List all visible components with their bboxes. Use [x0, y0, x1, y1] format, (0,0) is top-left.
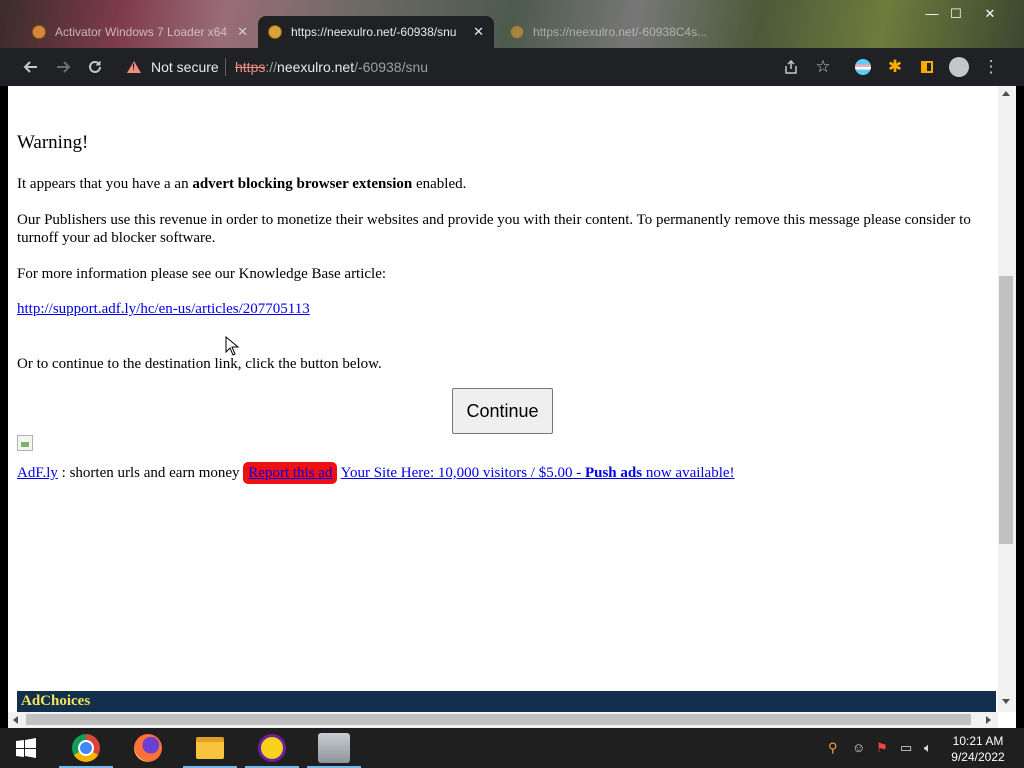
page-content: Warning! It appears that you have a an a…	[8, 86, 998, 712]
close-tab-icon[interactable]: ✕	[237, 24, 248, 40]
site-favicon-icon	[268, 25, 282, 39]
tab-neexulro-2[interactable]: https://neexulro.net/-60938C4s...	[500, 16, 732, 48]
horizontal-scroll-thumb[interactable]	[26, 714, 971, 725]
url-host: neexulro.net	[277, 59, 355, 75]
promo-text: Your Site Here: 10,000 visitors / $5.00 …	[340, 465, 585, 481]
yahoo-messenger-icon	[258, 734, 286, 762]
notice-text: It appears that you have a an	[17, 176, 193, 192]
clock-time: 10:21 AM	[952, 734, 1004, 748]
action-center-flag-icon[interactable]: ⚑	[876, 740, 888, 756]
extensions-puzzle-icon[interactable]: ✱	[880, 48, 910, 86]
kb-article-link[interactable]: http://support.adf.ly/hc/en-us/articles/…	[17, 301, 310, 318]
url-scheme: https	[235, 59, 266, 75]
menu-kebab-icon[interactable]: ⋮	[976, 48, 1006, 86]
adfly-footer: AdF.ly : shorten urls and earn money Rep…	[17, 461, 735, 485]
url-separator: ://	[265, 59, 278, 75]
taskbar-firefox[interactable]	[119, 728, 177, 768]
extension-pride-icon[interactable]	[848, 48, 878, 86]
adfly-link[interactable]: AdF.ly	[17, 465, 58, 481]
back-icon[interactable]	[16, 48, 46, 86]
search-tray-icon[interactable]: ⚲	[828, 740, 838, 756]
url-divider	[225, 58, 226, 76]
share-icon[interactable]	[776, 48, 806, 86]
report-ad-button[interactable]: Report this ad	[243, 462, 338, 484]
windows-logo-icon	[16, 738, 36, 758]
site-favicon-icon	[510, 25, 524, 39]
scroll-right-icon[interactable]	[986, 716, 991, 724]
continue-button[interactable]: Continue	[452, 388, 553, 434]
close-tab-icon[interactable]: ✕	[473, 24, 484, 40]
publishers-paragraph: Our Publishers use this revenue in order…	[17, 212, 971, 246]
side-panel-icon[interactable]	[912, 48, 942, 86]
vertical-scroll-thumb[interactable]	[999, 276, 1013, 544]
kb-intro-paragraph: For more information please see our Know…	[17, 266, 387, 282]
start-button[interactable]	[0, 728, 52, 768]
tab-title: https://neexulro.net/-60938/snu	[291, 25, 457, 39]
taskbar-chrome[interactable]	[57, 728, 115, 768]
folder-icon	[196, 737, 224, 759]
tab-activator[interactable]: Activator Windows 7 Loader x64 ✕	[22, 16, 258, 48]
push-ads-promo-link[interactable]: Your Site Here: 10,000 visitors / $5.00 …	[341, 465, 735, 481]
profile-avatar-icon[interactable]	[944, 48, 974, 86]
network-icon[interactable]: ▭	[900, 740, 912, 756]
forward-icon[interactable]	[48, 48, 78, 86]
close-window-icon[interactable]: ✕	[975, 6, 1005, 22]
browser-toolbar: Not secure ☆ ✱ ⋮	[0, 48, 1024, 86]
tab-title: Activator Windows 7 Loader x64	[55, 25, 228, 39]
page-viewport: Warning! It appears that you have a an a…	[8, 86, 1016, 728]
notice-text-end: enabled.	[412, 176, 467, 192]
tab-title: https://neexulro.net/-60938C4s...	[533, 25, 708, 39]
page-title: Warning!	[17, 132, 89, 153]
chrome-icon	[72, 734, 100, 762]
reload-icon[interactable]	[80, 48, 110, 86]
volume-icon[interactable]: 🔈︎	[924, 740, 932, 756]
taskbar-cat-app[interactable]	[305, 728, 363, 768]
adblock-notice: It appears that you have a an advert blo…	[17, 175, 977, 193]
not-secure-label: Not secure	[151, 59, 219, 75]
horizontal-scrollbar[interactable]	[8, 712, 998, 728]
adfly-tagline: : shorten urls and earn money	[57, 465, 244, 481]
url-path: /-60938/snu	[354, 59, 429, 75]
system-clock[interactable]: 10:21 AM 9/24/2022	[943, 733, 1013, 765]
warning-icon	[127, 61, 141, 73]
emoji-tray-icon[interactable]: ☺	[852, 740, 865, 755]
promo-text-end: now available!	[642, 465, 735, 481]
taskbar-file-explorer[interactable]	[181, 728, 239, 768]
scroll-up-icon[interactable]	[1002, 91, 1010, 96]
bookmark-star-icon[interactable]: ☆	[808, 48, 838, 86]
notice-bold-text: advert blocking browser extension	[192, 176, 413, 192]
security-indicator[interactable]: Not secure	[127, 56, 219, 78]
adchoices-bar[interactable]: AdChoices	[17, 691, 996, 712]
broken-image-icon	[17, 435, 33, 451]
firefox-icon	[134, 734, 162, 762]
cat-thumbnail-icon	[318, 733, 350, 763]
continue-instructions: Or to continue to the destination link, …	[17, 356, 382, 372]
scroll-down-icon[interactable]	[1002, 699, 1010, 704]
windows-taskbar: ⚲ ☺ ⚑ ▭ 🔈︎ 10:21 AM 9/24/2022	[0, 728, 1024, 768]
tab-neexulro-active[interactable]: https://neexulro.net/-60938/snu ✕	[258, 16, 494, 48]
maximize-icon[interactable]: ☐	[941, 6, 971, 22]
address-bar[interactable]: https://neexulro.net/-60938/snu	[235, 58, 428, 76]
tab-strip: Activator Windows 7 Loader x64 ✕ https:/…	[0, 0, 1024, 48]
promo-bold-text: Push ads	[584, 465, 643, 481]
vertical-scrollbar[interactable]	[998, 86, 1016, 712]
taskbar-yahoo-messenger[interactable]	[243, 728, 301, 768]
scroll-left-icon[interactable]	[13, 716, 18, 724]
site-favicon-icon	[32, 25, 46, 39]
clock-date: 9/24/2022	[951, 750, 1005, 764]
